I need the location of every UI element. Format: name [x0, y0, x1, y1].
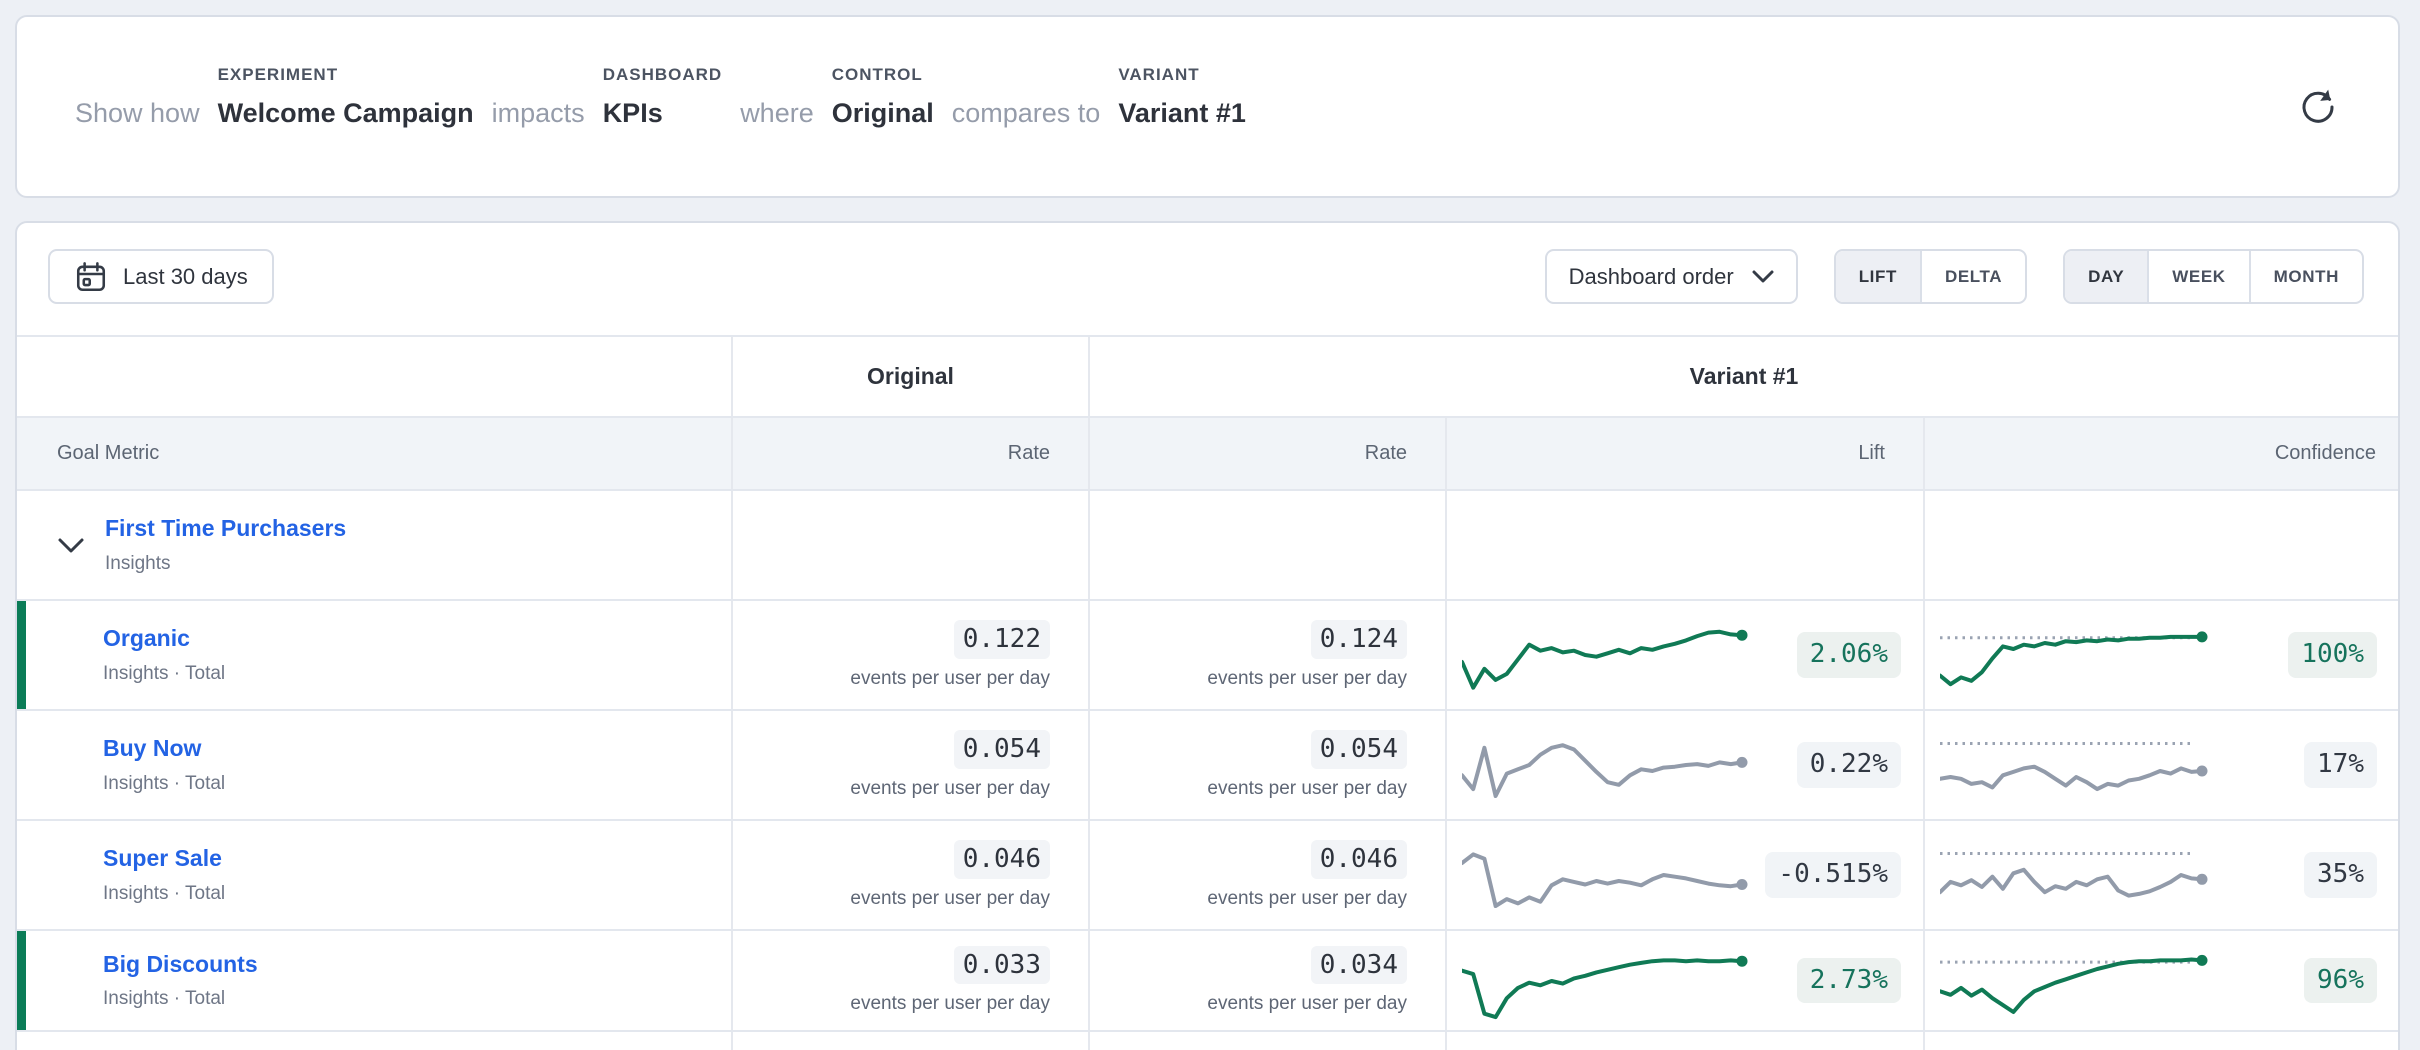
sentence-word: compares to: [952, 65, 1101, 129]
results-card: Last 30 days Dashboard order LIFT DELTA …: [15, 221, 2400, 1050]
rate-unit: events per user per day: [850, 993, 1050, 1015]
experiment-caps-label: EXPERIMENT: [218, 65, 339, 89]
chevron-down-icon: [57, 537, 85, 554]
metric-subtitle: Insights · Total: [103, 773, 225, 795]
metric-link[interactable]: Super Sale: [103, 845, 225, 873]
toggle-option-month[interactable]: MONTH: [2249, 251, 2362, 302]
sentence-word: Show how: [75, 65, 200, 129]
dashboard-caps-label: DASHBOARD: [603, 65, 723, 89]
date-range-button[interactable]: Last 30 days: [48, 249, 274, 304]
lift-sparkline: [1462, 612, 1752, 698]
lift-delta-toggle: LIFT DELTA: [1834, 249, 2027, 304]
granularity-toggle: DAY WEEK MONTH: [2063, 249, 2364, 304]
column-header-confidence: Confidence: [1923, 418, 2398, 489]
rate-unit: events per user per day: [850, 778, 1050, 800]
chevron-down-icon: [1752, 270, 1774, 283]
confidence-sparkline: [1940, 722, 2212, 808]
refresh-button[interactable]: [2296, 85, 2340, 129]
calendar-icon: [74, 260, 108, 294]
metric-link[interactable]: First Time Purchasers: [105, 515, 346, 543]
toggle-option-delta[interactable]: DELTA: [1920, 251, 2025, 302]
column-header-lift: Lift: [1445, 418, 1923, 489]
table-group-header-row: Original Variant #1: [17, 337, 2398, 418]
table-row: Super Sale Insights · Total 0.046 events…: [17, 821, 2398, 931]
dashboard-selector[interactable]: DASHBOARD KPIs: [603, 65, 723, 129]
table-row-partial: [17, 1032, 2398, 1050]
confidence-value-badge: 17%: [2304, 742, 2377, 787]
rate-unit: events per user per day: [1207, 778, 1407, 800]
control-selector[interactable]: CONTROL Original: [832, 65, 934, 129]
lift-value-badge: -0.515%: [1765, 852, 1901, 897]
group-header-variant: Variant #1: [1088, 337, 2398, 416]
lift-sparkline: [1462, 832, 1752, 918]
rate-unit: events per user per day: [1207, 668, 1407, 690]
variant-rate-value: 0.046: [1311, 840, 1407, 879]
lift-sparkline: [1462, 722, 1752, 808]
confidence-value-badge: 96%: [2304, 958, 2377, 1003]
table-row: First Time Purchasers Insights: [17, 491, 2398, 601]
metric-subtitle: Insights: [105, 553, 346, 575]
dashboard-order-label: Dashboard order: [1569, 264, 1734, 290]
table-column-header-row: Goal Metric Rate Rate Lift Confidence: [17, 418, 2398, 491]
control-rate-value: 0.033: [954, 946, 1050, 985]
variant-rate-value: 0.054: [1311, 730, 1407, 769]
confidence-value-badge: 100%: [2288, 632, 2377, 677]
control-rate-value: 0.122: [954, 620, 1050, 659]
variant-rate-value: 0.034: [1311, 946, 1407, 985]
lift-sparkline: [1462, 938, 1752, 1024]
metric-subtitle: Insights · Total: [103, 988, 258, 1010]
table-row: Big Discounts Insights · Total 0.033 eve…: [17, 931, 2398, 1032]
rate-unit: events per user per day: [1207, 888, 1407, 910]
date-range-label: Last 30 days: [123, 264, 248, 290]
table-row: Buy Now Insights · Total 0.054 events pe…: [17, 711, 2398, 821]
lift-value-badge: 2.06%: [1797, 632, 1901, 677]
confidence-sparkline: [1940, 832, 2212, 918]
toolbar: Last 30 days Dashboard order LIFT DELTA …: [48, 249, 2364, 304]
experiment-selector[interactable]: EXPERIMENT Welcome Campaign: [218, 65, 474, 129]
experiment-dashboard: { "colors": { "positive": "#107a55", "ne…: [0, 0, 2420, 1050]
query-sentence: Show how EXPERIMENT Welcome Campaign imp…: [75, 65, 1246, 129]
toggle-option-week[interactable]: WEEK: [2147, 251, 2248, 302]
table-row: Organic Insights · Total 0.122 events pe…: [17, 601, 2398, 711]
lift-value-badge: 2.73%: [1797, 958, 1901, 1003]
control-rate-value: 0.054: [954, 730, 1050, 769]
variant-selector[interactable]: VARIANT Variant #1: [1118, 65, 1246, 129]
refresh-icon: [2297, 86, 2339, 128]
sentence-word: impacts: [492, 65, 585, 129]
metric-link[interactable]: Organic: [103, 625, 225, 653]
confidence-sparkline: [1940, 938, 2212, 1024]
collapse-row-button[interactable]: [57, 537, 85, 554]
column-header-control-rate: Rate: [731, 418, 1088, 489]
query-header-card: Show how EXPERIMENT Welcome Campaign imp…: [15, 15, 2400, 198]
metric-link[interactable]: Big Discounts: [103, 951, 258, 979]
metric-subtitle: Insights · Total: [103, 883, 225, 905]
rate-unit: events per user per day: [850, 668, 1050, 690]
toggle-option-lift[interactable]: LIFT: [1836, 251, 1920, 302]
rate-unit: events per user per day: [850, 888, 1050, 910]
toggle-option-day[interactable]: DAY: [2065, 251, 2147, 302]
dashboard-order-dropdown[interactable]: Dashboard order: [1545, 249, 1798, 304]
control-rate-value: 0.046: [954, 840, 1050, 879]
column-header-goal-metric: Goal Metric: [17, 418, 731, 489]
metrics-table: Original Variant #1 Goal Metric Rate Rat…: [17, 335, 2398, 1050]
control-caps-label: CONTROL: [832, 65, 923, 89]
sentence-word: where: [740, 65, 814, 129]
metric-subtitle: Insights · Total: [103, 663, 225, 685]
column-header-variant-rate: Rate: [1088, 418, 1445, 489]
confidence-value-badge: 35%: [2304, 852, 2377, 897]
group-header-original: Original: [731, 337, 1088, 416]
variant-rate-value: 0.124: [1311, 620, 1407, 659]
metric-link[interactable]: Buy Now: [103, 735, 225, 763]
rate-unit: events per user per day: [1207, 993, 1407, 1015]
confidence-sparkline: [1940, 612, 2212, 698]
lift-value-badge: 0.22%: [1797, 742, 1901, 787]
variant-caps-label: VARIANT: [1118, 65, 1199, 89]
